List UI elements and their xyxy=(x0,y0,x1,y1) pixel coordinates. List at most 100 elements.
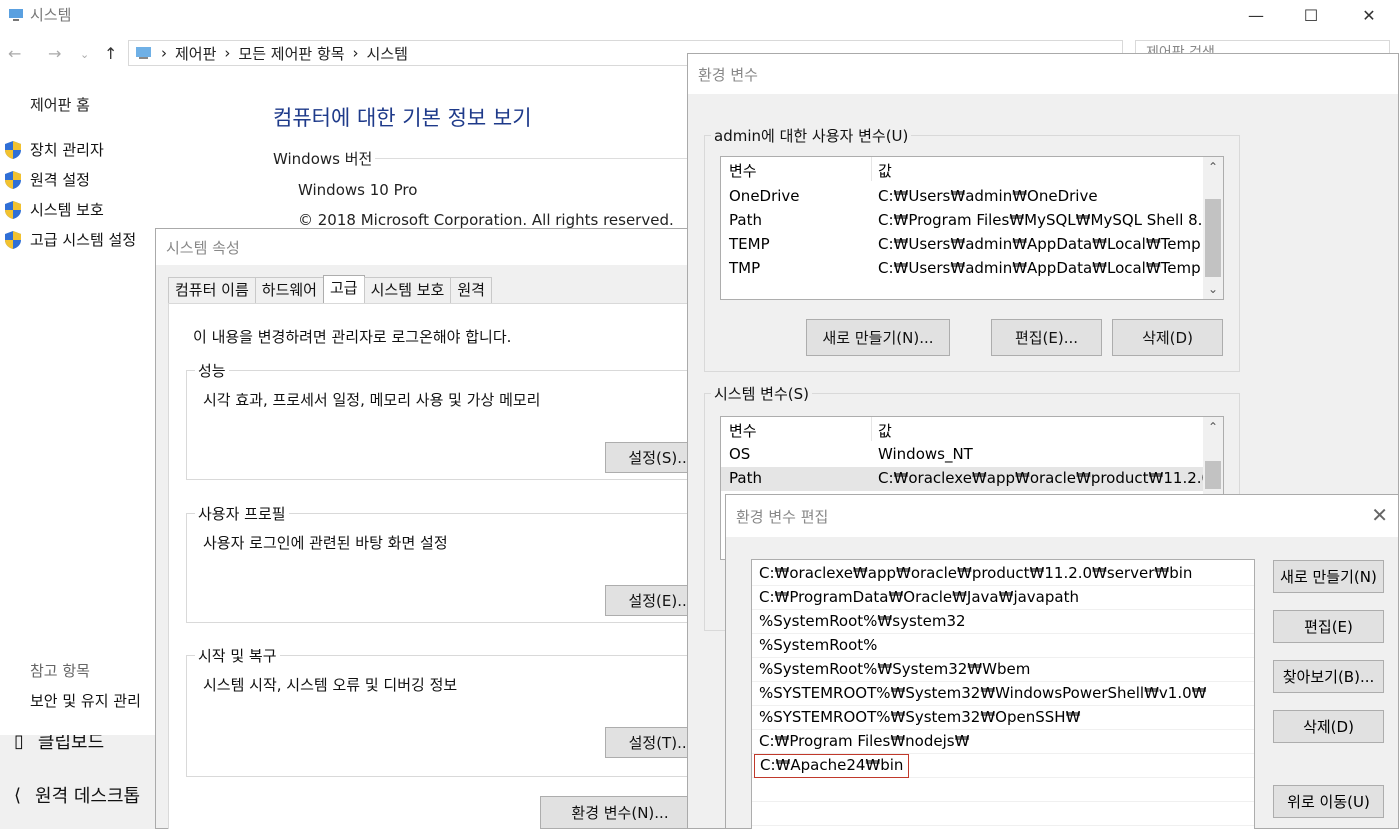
user-variables-group: admin에 대한 사용자 변수(U) 변수 값 OneDrive C:₩Use… xyxy=(704,125,1240,372)
column-header-value[interactable]: 값 xyxy=(878,160,892,181)
dialog-title: 환경 변수 xyxy=(688,54,1398,94)
vertical-scrollbar[interactable]: ⌃ ⌄ xyxy=(1203,157,1223,299)
startup-recovery-group: 시작 및 복구 시스템 시작, 시스템 오류 및 디버깅 정보 설정(T)... xyxy=(186,645,715,777)
user-new-button[interactable]: 새로 만들기(N)... xyxy=(806,319,950,356)
path-entry[interactable]: %SYSTEMROOT%₩System32₩WindowsPowerShell₩… xyxy=(752,682,1254,706)
path-entry-text: %SystemRoot%₩system32 xyxy=(759,612,966,630)
page-title: 컴퓨터에 대한 기본 정보 보기 xyxy=(273,106,532,130)
breadcrumb-control-panel[interactable]: 제어판 xyxy=(175,43,216,64)
column-header-variable[interactable]: 변수 xyxy=(729,420,757,441)
column-header-variable[interactable]: 변수 xyxy=(729,160,757,181)
breadcrumb-all-items[interactable]: 모든 제어판 항목 xyxy=(238,43,344,64)
list-row[interactable]: OneDrive C:₩Users₩admin₩OneDrive xyxy=(721,185,1223,209)
user-variables-list[interactable]: 변수 값 OneDrive C:₩Users₩admin₩OneDrive Pa… xyxy=(720,156,1224,300)
forward-arrow-icon[interactable]: → xyxy=(48,44,61,63)
sidebar-item-advanced-settings[interactable]: 고급 시스템 설정 xyxy=(4,229,136,250)
path-entry-text: C:₩oraclexe₩app₩oracle₩product₩11.2.0₩se… xyxy=(759,564,1193,582)
variable-name: TMP xyxy=(729,259,761,277)
tab-remote[interactable]: 원격 xyxy=(450,277,492,303)
user-profiles-group: 사용자 프로필 사용자 로그인에 관련된 바탕 화면 설정 설정(E)... xyxy=(186,503,715,623)
column-header-value[interactable]: 값 xyxy=(878,420,892,441)
delete-button[interactable]: 삭제(D) xyxy=(1273,710,1384,743)
uac-shield-icon xyxy=(5,200,21,219)
variable-value: C:₩oraclexe₩app₩oracle₩product₩11.2.0₩se… xyxy=(878,469,1224,487)
recent-chevron-icon[interactable]: ⌄ xyxy=(80,48,89,61)
admin-note: 이 내용을 변경하려면 관리자로 로그온해야 합니다. xyxy=(193,328,512,346)
edit-environment-variable-dialog: 환경 변수 편집 ✕ C:₩oraclexe₩app₩oracle₩produc… xyxy=(725,494,1399,829)
list-row[interactable]: OS Windows_NT xyxy=(721,443,1223,467)
tab-computer-name[interactable]: 컴퓨터 이름 xyxy=(168,277,256,303)
path-entry[interactable]: %SYSTEMROOT%₩System32₩OpenSSH₩ xyxy=(752,706,1254,730)
uac-shield-icon xyxy=(5,230,21,249)
variable-name: Path xyxy=(729,211,762,229)
variable-name: OneDrive xyxy=(729,187,800,205)
scroll-up-arrow-icon[interactable]: ⌃ xyxy=(1203,417,1223,437)
variable-name: Path xyxy=(729,469,762,487)
path-entry-text: %SYSTEMROOT%₩System32₩WindowsPowerShell₩… xyxy=(759,684,1207,702)
path-entry-editing[interactable]: C:₩Apache24₩bin xyxy=(752,754,1254,778)
column-separator xyxy=(871,417,872,441)
copyright-text: © 2018 Microsoft Corporation. All rights… xyxy=(298,211,674,229)
group-title: 시스템 변수(S) xyxy=(711,383,812,404)
variable-value: C:₩Users₩admin₩AppData₩Local₩Temp xyxy=(878,259,1201,277)
path-entry[interactable]: C:₩ProgramData₩Oracle₩Java₩javapath xyxy=(752,586,1254,610)
sidebar-item-label: 원격 설정 xyxy=(30,171,90,189)
scroll-down-arrow-icon[interactable]: ⌄ xyxy=(1203,279,1223,299)
variable-value: C:₩Users₩admin₩AppData₩Local₩Temp xyxy=(878,235,1201,253)
sidebar-item-system-protection[interactable]: 시스템 보호 xyxy=(4,199,104,220)
environment-variables-button[interactable]: 환경 변수(N)... xyxy=(540,796,700,829)
browse-button[interactable]: 찾아보기(B)... xyxy=(1273,660,1384,693)
path-entry[interactable]: C:₩Program Files₩nodejs₩ xyxy=(752,730,1254,754)
maximize-button[interactable]: ☐ xyxy=(1288,0,1334,30)
list-row[interactable]: TMP C:₩Users₩admin₩AppData₩Local₩Temp xyxy=(721,257,1223,281)
scroll-up-arrow-icon[interactable]: ⌃ xyxy=(1203,157,1223,177)
path-entry[interactable]: C:₩oraclexe₩app₩oracle₩product₩11.2.0₩se… xyxy=(752,562,1254,586)
minimize-button[interactable]: — xyxy=(1233,0,1279,30)
path-entry-text: C:₩Program Files₩nodejs₩ xyxy=(759,732,970,750)
tab-hardware[interactable]: 하드웨어 xyxy=(254,277,324,303)
close-icon[interactable]: ✕ xyxy=(1371,503,1388,527)
group-description: 시스템 시작, 시스템 오류 및 디버깅 정보 xyxy=(203,676,458,694)
path-entry-text: C:₩ProgramData₩Oracle₩Java₩javapath xyxy=(759,588,1079,606)
edit-button[interactable]: 편집(E) xyxy=(1273,610,1384,643)
move-up-button[interactable]: 위로 이동(U) xyxy=(1273,785,1384,818)
close-button[interactable]: ✕ xyxy=(1346,0,1392,30)
remote-desktop-item[interactable]: ⟨ 원격 데스크톱 xyxy=(14,782,140,808)
sidebar-home-link[interactable]: 제어판 홈 xyxy=(30,94,90,115)
security-maintenance-link[interactable]: 보안 및 유지 관리 xyxy=(30,690,141,711)
uac-shield-icon xyxy=(5,140,21,159)
path-entry-empty[interactable] xyxy=(752,802,1254,826)
up-arrow-icon[interactable]: ↑ xyxy=(104,44,117,63)
variable-value: C:₩Users₩admin₩OneDrive xyxy=(878,187,1098,205)
list-header: 변수 값 xyxy=(721,417,1223,441)
user-edit-button[interactable]: 편집(E)... xyxy=(991,319,1102,356)
list-row[interactable]: Path C:₩Program Files₩MySQL₩MySQL Shell … xyxy=(721,209,1223,233)
sidebar-item-remote-settings[interactable]: 원격 설정 xyxy=(4,169,90,190)
scroll-thumb[interactable] xyxy=(1205,461,1221,489)
uac-shield-icon xyxy=(5,170,21,189)
path-entry-edit-field[interactable]: C:₩Apache24₩bin xyxy=(754,754,910,778)
path-entry[interactable]: %SystemRoot% xyxy=(752,634,1254,658)
path-entries-list[interactable]: C:₩oraclexe₩app₩oracle₩product₩11.2.0₩se… xyxy=(751,559,1255,829)
path-entry[interactable]: %SystemRoot%₩System32₩Wbem xyxy=(752,658,1254,682)
list-row-selected[interactable]: Path C:₩oraclexe₩app₩oracle₩product₩11.2… xyxy=(721,467,1223,491)
sidebar-item-label: 시스템 보호 xyxy=(30,201,104,219)
scroll-thumb[interactable] xyxy=(1205,199,1221,277)
back-arrow-icon[interactable]: ← xyxy=(8,44,21,63)
dialog-title: 환경 변수 편집 xyxy=(726,495,1398,537)
path-entry[interactable]: %SystemRoot%₩system32 xyxy=(752,610,1254,634)
user-delete-button[interactable]: 삭제(D) xyxy=(1112,319,1223,356)
path-entry-text: %SystemRoot%₩System32₩Wbem xyxy=(759,660,1031,678)
advanced-tab-panel: 이 내용을 변경하려면 관리자로 로그온해야 합니다. 성능 시각 효과, 프로… xyxy=(168,303,715,829)
list-row[interactable]: TEMP C:₩Users₩admin₩AppData₩Local₩Temp xyxy=(721,233,1223,257)
windows-edition-value: Windows 10 Pro xyxy=(298,181,418,199)
group-title: 시작 및 복구 xyxy=(195,645,280,666)
tab-system-protection[interactable]: 시스템 보호 xyxy=(363,277,452,303)
breadcrumb-sep-icon: › xyxy=(161,44,167,62)
sidebar-item-device-manager[interactable]: 장치 관리자 xyxy=(4,139,104,160)
breadcrumb-system[interactable]: 시스템 xyxy=(367,43,408,64)
path-entry-empty[interactable] xyxy=(752,778,1254,802)
tab-advanced[interactable]: 고급 xyxy=(322,275,365,303)
new-button[interactable]: 새로 만들기(N) xyxy=(1273,560,1384,593)
sidebar-item-label: 고급 시스템 설정 xyxy=(30,231,137,249)
